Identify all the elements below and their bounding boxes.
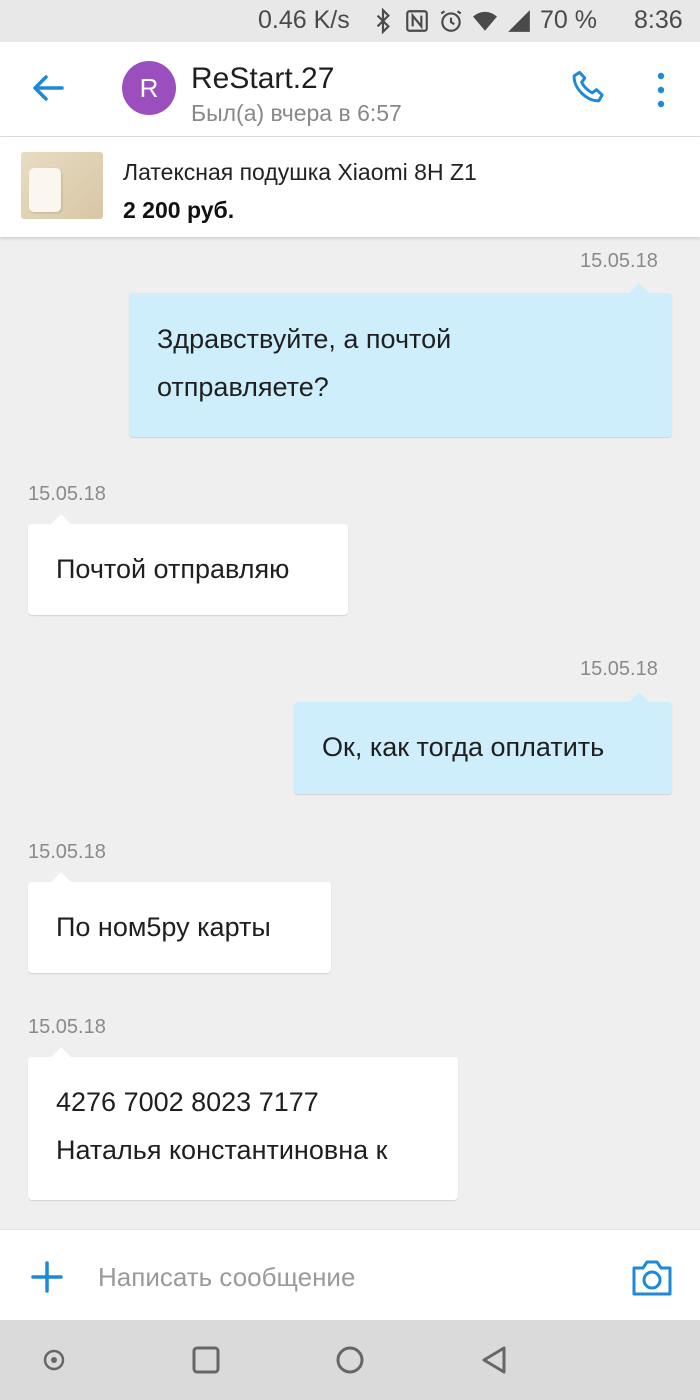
chat-header: R ReStart.27 Был(а) вчера в 6:57	[0, 42, 700, 137]
message-list[interactable]: 15.05.18 Здравствуйте, а почтой отправля…	[0, 238, 700, 1228]
plus-icon[interactable]	[30, 1260, 64, 1294]
last-seen-status: Был(а) вчера в 6:57	[191, 100, 402, 126]
message-text-line: Почтой отправляю	[56, 554, 290, 584]
message-text-line: 4276 7002 8023 7177	[56, 1087, 319, 1117]
alarm-icon	[440, 10, 462, 32]
back-arrow-icon[interactable]	[28, 66, 68, 110]
battery-level: 70 %	[540, 6, 597, 34]
nfc-icon	[406, 10, 428, 32]
message-date: 15.05.18	[580, 658, 658, 680]
message-text-line: отправляете?	[157, 372, 329, 402]
message-bubble-outgoing[interactable]: Ок, как тогда оплатить	[294, 692, 672, 794]
message-bubble-incoming[interactable]: Почтой отправляю	[28, 514, 348, 615]
back-nav-icon[interactable]	[476, 1342, 512, 1378]
camera-icon[interactable]	[630, 1258, 674, 1298]
product-title: Латексная подушка Xiaomi 8H Z1	[123, 159, 477, 185]
assist-icon[interactable]	[36, 1342, 72, 1378]
message-text-line: Наталья константиновна к	[56, 1135, 388, 1165]
message-input[interactable]	[96, 1252, 600, 1302]
message-text-line: Ок, как тогда оплатить	[322, 732, 605, 762]
composer-bar	[0, 1229, 700, 1320]
message-text-line: Здравствуйте, а почтой	[157, 324, 452, 354]
product-price: 2 200 руб.	[123, 197, 235, 223]
recent-apps-icon[interactable]	[188, 1342, 224, 1378]
message-text-line: По ном5ру карты	[56, 912, 271, 942]
message-bubble-outgoing[interactable]: Здравствуйте, а почтой отправляете?	[129, 283, 672, 437]
clock: 8:36	[634, 6, 683, 34]
network-speed: 0.46 K/s	[258, 6, 350, 34]
signal-icon	[508, 10, 530, 32]
system-navigation-bar	[0, 1320, 700, 1400]
more-options-icon[interactable]	[650, 70, 672, 110]
message-date: 15.05.18	[28, 841, 106, 863]
message-date: 15.05.18	[28, 483, 106, 505]
message-date: 15.05.18	[28, 1016, 106, 1038]
product-banner[interactable]: Латексная подушка Xiaomi 8H Z1 2 200 руб…	[0, 137, 700, 237]
status-bar: 0.46 K/s 70 % 8:36	[0, 0, 700, 42]
phone-icon[interactable]	[568, 68, 610, 110]
bluetooth-icon	[376, 8, 390, 34]
message-date: 15.05.18	[580, 250, 658, 272]
product-thumbnail	[21, 152, 103, 219]
avatar[interactable]: R	[122, 61, 176, 115]
contact-name[interactable]: ReStart.27	[191, 62, 334, 96]
wifi-icon	[473, 11, 497, 31]
home-icon[interactable]	[332, 1342, 368, 1378]
status-icons	[370, 6, 532, 36]
chat-screen: 0.46 K/s 70 % 8:36 R ReStart.27 Был(а) в…	[0, 0, 700, 1400]
message-bubble-incoming[interactable]: По ном5ру карты	[28, 872, 331, 973]
message-bubble-incoming[interactable]: 4276 7002 8023 7177 Наталья константинов…	[28, 1047, 458, 1200]
